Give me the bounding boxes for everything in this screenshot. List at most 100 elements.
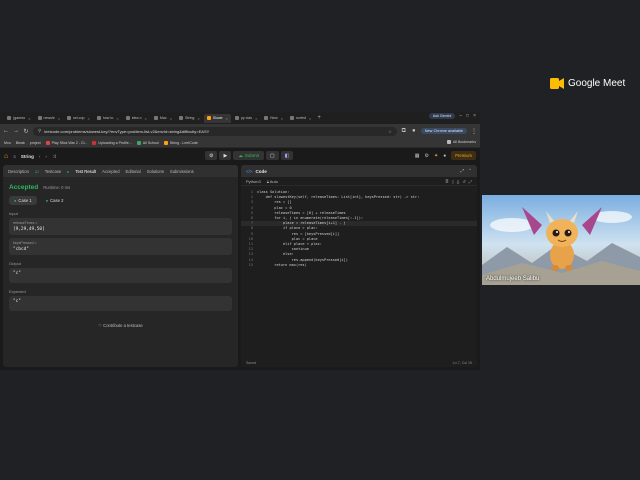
ask-gemini-button[interactable]: Ask Gemini (428, 113, 456, 119)
browser-tab[interactable]: Mac × (151, 114, 175, 123)
case-tab-1[interactable]: ● Case 1 (9, 196, 37, 205)
close-icon[interactable]: × (170, 116, 172, 121)
close-icon[interactable]: × (145, 116, 147, 121)
url-input[interactable]: ⚲ leetcode.com/problems/slowest-key/?env… (33, 126, 397, 136)
param-name: keysPressed = (13, 241, 37, 245)
fullscreen-icon[interactable]: ⤢ (469, 179, 472, 184)
browser-tab[interactable]: (gameo × (4, 114, 34, 123)
browser-tab[interactable]: how to × (94, 114, 122, 123)
star-icon[interactable]: ☆ (388, 129, 392, 134)
tab-description[interactable]: Description (8, 169, 29, 174)
browser-tab[interactable]: py clas × (232, 114, 261, 123)
profile-icon[interactable]: ● (411, 128, 417, 134)
close-window-icon[interactable]: × (473, 113, 476, 119)
maximize-icon[interactable]: □ (466, 113, 469, 119)
tabstrip-right: Ask Gemini – □ × (428, 113, 476, 119)
problem-list-title[interactable]: String (21, 154, 34, 159)
back-icon[interactable]: ← (3, 128, 9, 134)
notes-icon[interactable]: ▢ (265, 151, 279, 160)
prev-problem-icon[interactable]: ‹ (39, 154, 41, 159)
all-bookmarks-button[interactable]: All Bookmarks (447, 140, 476, 144)
reload-icon[interactable]: ↻ (23, 128, 29, 135)
close-icon[interactable]: × (58, 116, 60, 121)
collapse-panel-icon[interactable]: ⌃ (468, 168, 472, 174)
braces-icon[interactable]: {} (457, 179, 460, 184)
extensions-icon[interactable]: ⧉ (401, 128, 407, 135)
code-icon: </> (246, 168, 253, 174)
tab-accepted[interactable]: Accepted (102, 169, 119, 174)
meet-stage: (gameo × newsle × sel.cop × how to × idea o ×… (0, 0, 640, 480)
maximize-panel-icon[interactable]: ⤢ (461, 168, 465, 174)
code-panel-header: </> Code ⤢ ⌃ (241, 165, 477, 177)
auto-toggle[interactable]: 🔒︎ Auto (267, 179, 278, 184)
debug-button[interactable]: ⚙ (205, 151, 218, 160)
reset-icon[interactable]: ↺ (462, 179, 465, 184)
tab-solutions[interactable]: Solutions (147, 169, 164, 174)
test-result-body: Accepted Runtime: 0 ms ● Case 1 ● Case 2 I… (3, 177, 238, 333)
panel-controls: ⤢ ⌃ (461, 168, 472, 174)
tab-testcase[interactable]: Testcase (45, 169, 62, 174)
bookmark-item[interactable]: String - LeetCode (163, 140, 198, 145)
tab-test-result[interactable]: Test Result (75, 169, 96, 174)
param-name: releaseTimes = (13, 221, 38, 225)
browser-tab[interactable]: idea o × (123, 114, 150, 123)
close-icon[interactable]: × (87, 116, 89, 121)
code-editor[interactable]: 1 class Solution: 2 def slowestKey(self, r… (241, 190, 477, 268)
bookmark-item[interactable]: project (30, 141, 41, 145)
bookmark-icon[interactable]: ▯ (452, 179, 454, 184)
close-icon[interactable]: × (309, 116, 311, 121)
tab-submissions[interactable]: Submissions (170, 169, 194, 174)
testcase-icon: ☑ (34, 168, 39, 174)
close-icon[interactable]: × (255, 116, 257, 121)
browser-tab[interactable]: String × (176, 114, 203, 123)
bookmark-item[interactable]: All School (136, 140, 159, 145)
avatar[interactable]: ● (443, 153, 446, 159)
browser-tab[interactable]: New × (261, 114, 286, 123)
forward-icon[interactable]: → (13, 128, 19, 134)
browser-tab[interactable]: sorted × (287, 114, 314, 123)
input-param-box: keysPressed = "cbcd" (9, 238, 232, 255)
pass-dot-icon: ● (14, 198, 17, 203)
param-value: "cbcd" (13, 247, 29, 252)
close-icon[interactable]: × (281, 116, 283, 121)
minimize-icon[interactable]: – (459, 113, 462, 119)
site-info-icon[interactable]: ⚲ (38, 128, 41, 134)
close-icon[interactable]: × (28, 116, 30, 121)
close-icon[interactable]: × (116, 116, 118, 121)
browser-tab[interactable]: newsle × (35, 114, 64, 123)
google-meet-logo: Google Meet (550, 78, 625, 89)
format-icon[interactable]: ≣ (445, 179, 448, 184)
input-param-box: releaseTimes = [9,29,49,50] (9, 218, 232, 235)
participant-tile[interactable]: Abdulmujeeb Salibu (482, 195, 640, 285)
bookmark-item[interactable]: Mxu (4, 141, 11, 145)
leetcode-logo-icon[interactable]: ⌂ (4, 153, 8, 160)
new-tab-icon[interactable]: + (317, 115, 321, 121)
code-line[interactable]: 15 return max(res) (241, 263, 477, 268)
browser-tab-active[interactable]: Slowe × (203, 113, 231, 123)
menu-icon[interactable]: ⋮ (471, 128, 477, 135)
language-select[interactable]: Python3 (246, 179, 261, 184)
browser-tab[interactable]: sel.cop × (64, 114, 93, 123)
problem-list-icon[interactable]: ≡ (13, 154, 16, 159)
submit-button[interactable]: ☁ Submit (233, 151, 264, 160)
streak-icon[interactable]: ✦ (434, 153, 438, 159)
share-icon[interactable]: ◧ (280, 151, 294, 160)
contribute-testcase-link[interactable]: ♡ Contribute a testcase (9, 323, 232, 328)
bookmark-item[interactable]: Bleak (16, 141, 25, 145)
tab-editorial[interactable]: Editorial (126, 169, 141, 174)
shuffle-icon[interactable]: ⤨ (52, 154, 56, 159)
next-problem-icon[interactable]: › (45, 154, 47, 159)
param-value: [9,29,49,50] (13, 227, 45, 232)
layout-icon[interactable]: ▦ (415, 153, 420, 159)
address-bar-row: ← → ↻ ⚲ leetcode.com/problems/slowest-ke… (0, 124, 480, 138)
premium-button[interactable]: Premium (451, 151, 476, 160)
settings-icon[interactable]: ⚙ (425, 153, 429, 159)
run-button[interactable]: ▶ (219, 151, 232, 160)
favicon-icon (136, 140, 141, 145)
close-icon[interactable]: × (197, 116, 199, 121)
close-icon[interactable]: × (226, 116, 228, 121)
bookmark-item[interactable]: Play Stick War 2 - Cl... (45, 140, 87, 145)
bookmark-item[interactable]: Uploading a Profile... (92, 140, 132, 145)
case-tab-2[interactable]: ● Case 2 (41, 196, 69, 205)
update-button[interactable]: New Chrome available (420, 128, 467, 134)
